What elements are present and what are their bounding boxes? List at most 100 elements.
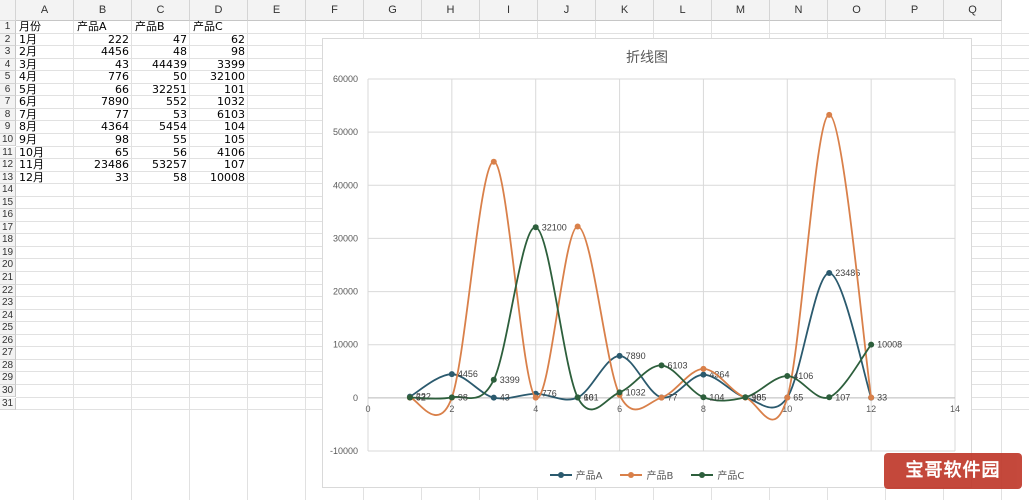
legend-item[interactable]: 产品B	[620, 467, 673, 482]
cell-c13[interactable]: 58	[132, 171, 190, 185]
row-header-31[interactable]: 31	[0, 397, 16, 411]
cell-b7[interactable]: 7890	[74, 96, 132, 109]
row-header-23[interactable]: 23	[0, 297, 16, 310]
column-header-a[interactable]: A	[16, 0, 74, 21]
data-point	[532, 394, 539, 401]
cell-a3[interactable]: 2月	[16, 46, 74, 59]
cell-a7[interactable]: 6月	[16, 96, 74, 109]
line-chart[interactable]: 折线图 -10000 0 10000 20000 30000 40000 50000 6000…	[322, 38, 972, 488]
row-header-27[interactable]: 27	[0, 347, 16, 360]
row-header-22[interactable]: 22	[0, 284, 16, 298]
cell-b10[interactable]: 98	[74, 133, 132, 147]
row-header-7[interactable]: 7	[0, 96, 16, 109]
row-header-24[interactable]: 24	[0, 309, 16, 323]
data-point	[658, 394, 665, 401]
row-header-16[interactable]: 16	[0, 209, 16, 222]
data-point	[784, 373, 791, 380]
legend-item[interactable]: 产品C	[691, 467, 744, 482]
data-point	[784, 394, 791, 401]
column-header-b[interactable]: B	[74, 0, 132, 21]
column-header-p[interactable]: P	[886, 0, 944, 21]
cell-b12[interactable]: 23486	[74, 158, 132, 172]
cell-d7[interactable]: 1032	[190, 96, 248, 109]
column-header-l[interactable]: L	[654, 0, 712, 21]
row-header-25[interactable]: 25	[0, 322, 16, 335]
column-header-m[interactable]: M	[712, 0, 770, 21]
row-header-28[interactable]: 28	[0, 359, 16, 373]
cell-b1[interactable]: 产品A	[74, 20, 132, 34]
column-header-k[interactable]: K	[596, 0, 654, 21]
row-header-20[interactable]: 20	[0, 259, 16, 272]
column-header-f[interactable]: F	[306, 0, 364, 21]
cell-d1[interactable]: 产品C	[190, 20, 248, 34]
column-header-n[interactable]: N	[770, 0, 828, 21]
column-header-i[interactable]: I	[480, 0, 538, 21]
cell-c5[interactable]: 50	[132, 71, 190, 84]
cell-a10[interactable]: 9月	[16, 133, 74, 147]
cell-c1[interactable]: 产品B	[132, 20, 190, 34]
row-header-2[interactable]: 2	[0, 33, 16, 47]
data-label: 776	[542, 389, 557, 399]
row-header-17[interactable]: 17	[0, 221, 16, 235]
row-header-19[interactable]: 19	[0, 246, 16, 260]
row-header-3[interactable]: 3	[0, 46, 16, 59]
column-header-q[interactable]: Q	[944, 0, 1002, 21]
legend-item[interactable]: 产品A	[549, 467, 603, 482]
row-header-29[interactable]: 29	[0, 372, 16, 385]
cell-a13[interactable]: 12月	[16, 171, 74, 185]
row-header-26[interactable]: 26	[0, 334, 16, 348]
column-header-h[interactable]: H	[422, 0, 480, 21]
cell-c12[interactable]: 53257	[132, 158, 190, 172]
column-header-c[interactable]: C	[132, 0, 190, 21]
cell-d13[interactable]: 10008	[190, 171, 248, 185]
row-header-5[interactable]: 5	[0, 71, 16, 84]
row-header-6[interactable]: 6	[0, 83, 16, 97]
column-header-d[interactable]: D	[190, 0, 248, 21]
data-label: 43	[500, 393, 510, 403]
column-header-g[interactable]: G	[364, 0, 422, 21]
cell-a1[interactable]: 月份	[16, 20, 74, 34]
cell-b13[interactable]: 33	[74, 171, 132, 185]
cell-b5[interactable]: 776	[74, 71, 132, 84]
row-header-11[interactable]: 11	[0, 146, 16, 160]
row-header-1[interactable]: 1	[0, 21, 16, 34]
y-tick-label: 60000	[333, 74, 358, 84]
legend-swatch	[549, 471, 572, 479]
data-label: 10008	[877, 340, 902, 350]
data-label: 101	[584, 392, 599, 402]
data-label: 107	[835, 392, 850, 402]
legend-label: 产品A	[575, 471, 603, 482]
row-header-10[interactable]: 10	[0, 133, 16, 147]
cell-c7[interactable]: 552	[132, 96, 190, 109]
column-header-o[interactable]: O	[828, 0, 886, 21]
row-header-9[interactable]: 9	[0, 121, 16, 134]
cell-d12[interactable]: 107	[190, 158, 248, 172]
y-tick-label: 0	[353, 393, 358, 403]
cell-d10[interactable]: 105	[190, 133, 248, 147]
cell-b3[interactable]: 4456	[74, 46, 132, 59]
chart-plot: -10000 0 10000 20000 30000 40000 50000 60000 0 2 4…	[330, 74, 960, 456]
column-header-e[interactable]: E	[248, 0, 306, 21]
row-header-12[interactable]: 12	[0, 159, 16, 172]
cell-a12[interactable]: 11月	[16, 158, 74, 172]
row-header-15[interactable]: 15	[0, 196, 16, 210]
y-tick-label: 10000	[333, 340, 358, 350]
cell-d3[interactable]: 98	[190, 46, 248, 59]
row-header-30[interactable]: 30	[0, 384, 16, 398]
cell-d5[interactable]: 32100	[190, 71, 248, 84]
row-header-13[interactable]: 13	[0, 171, 16, 185]
column-header-j[interactable]: J	[538, 0, 596, 21]
select-all-corner[interactable]	[0, 0, 16, 21]
cell-c10[interactable]: 55	[132, 133, 190, 147]
data-point	[826, 111, 833, 118]
row-header-8[interactable]: 8	[0, 108, 16, 122]
data-label: 3399	[500, 375, 520, 385]
row-header-4[interactable]: 4	[0, 58, 16, 72]
row-header-14[interactable]: 14	[0, 184, 16, 197]
row-header-18[interactable]: 18	[0, 234, 16, 247]
data-label: 7890	[626, 351, 646, 361]
cell-c3[interactable]: 48	[132, 46, 190, 59]
row-header-21[interactable]: 21	[0, 272, 16, 285]
data-point	[574, 223, 581, 230]
cell-a5[interactable]: 4月	[16, 71, 74, 84]
